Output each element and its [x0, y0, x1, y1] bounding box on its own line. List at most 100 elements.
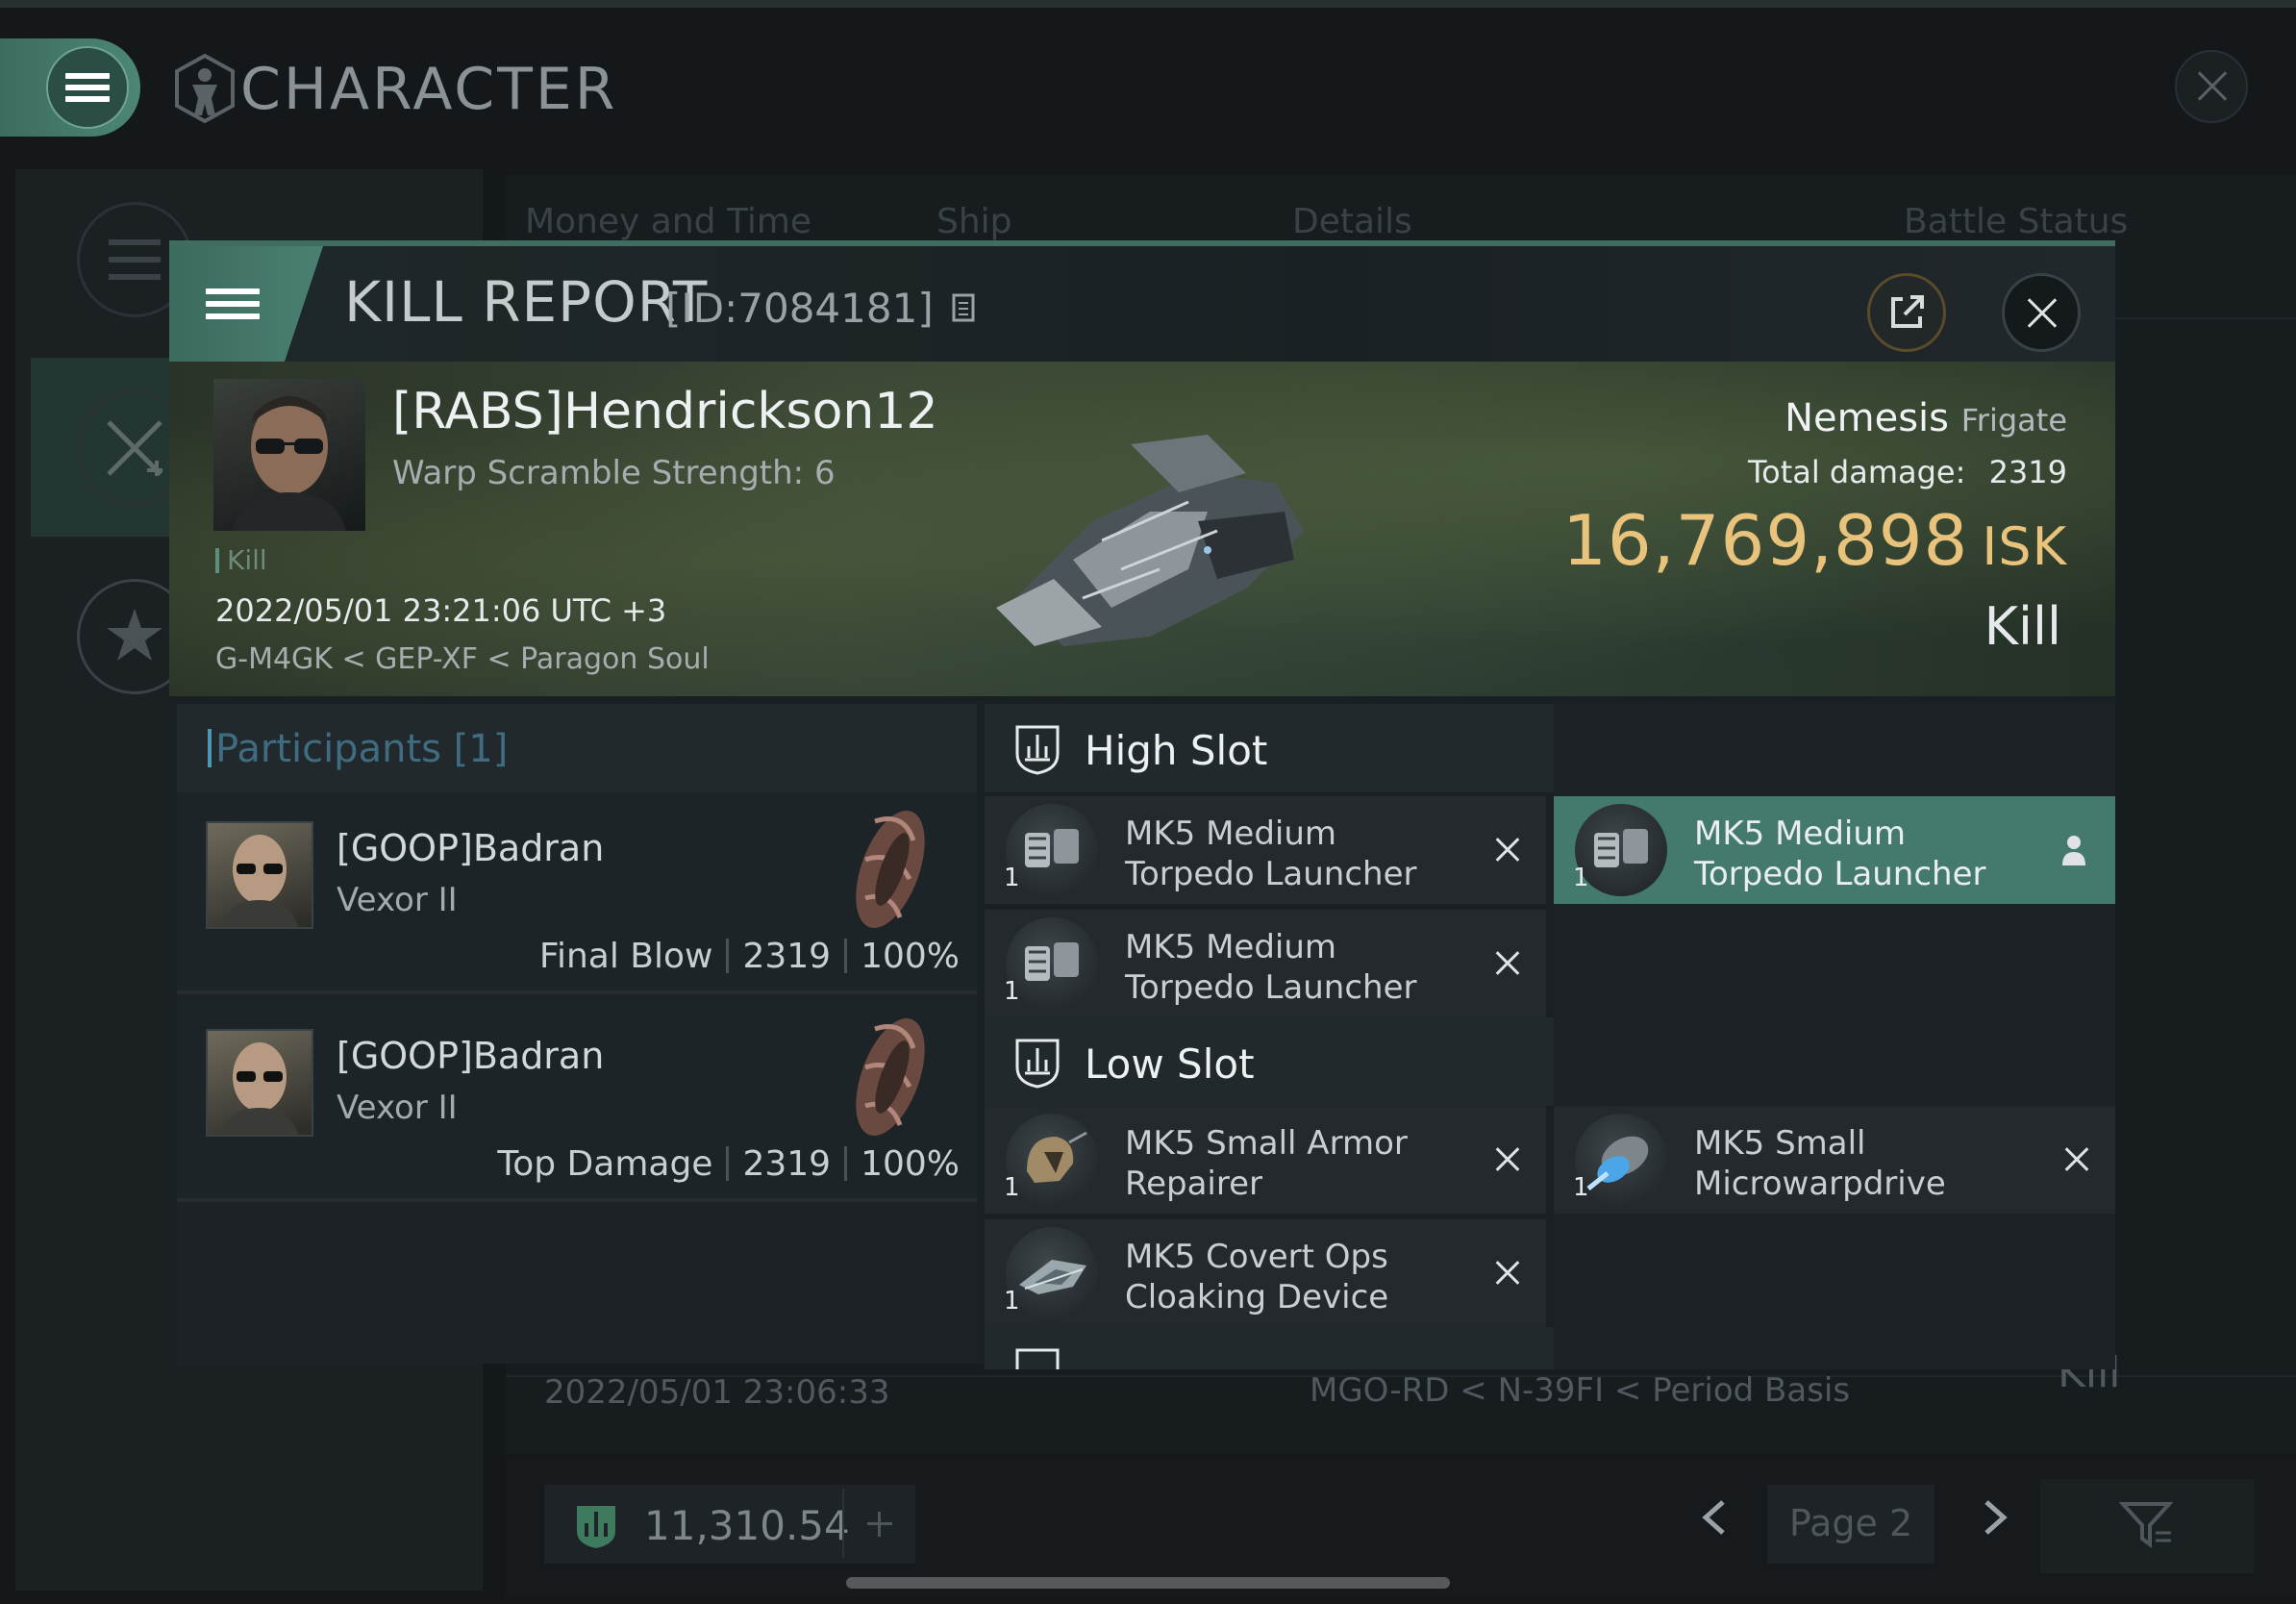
kill-report-title: KILL REPORT	[344, 269, 709, 335]
page-title: CHARACTER	[240, 56, 618, 123]
total-damage-label: Total damage:	[1748, 454, 1966, 490]
person-icon	[2062, 836, 2085, 865]
fitting-panel: High Slot 1 MK5 Medium Torpedo Launcher 1…	[985, 704, 2115, 1369]
kill-report-id: [ID:7084181]	[665, 285, 979, 332]
filter-button[interactable]	[2040, 1479, 2254, 1573]
page-indicator: Page 2	[1767, 1485, 1934, 1564]
main-menu-button[interactable]	[0, 38, 140, 137]
participant-name: [GOOP]Badran	[337, 827, 605, 869]
wallet-balance[interactable]: 11,310.54	[544, 1485, 915, 1564]
menu-icon	[206, 282, 260, 326]
participant-stats: Top Damage 2319 100%	[497, 1144, 960, 1184]
external-link-button[interactable]	[1867, 273, 1946, 352]
wallet-icon	[577, 1506, 615, 1548]
total-damage-value: 2319	[1988, 454, 2067, 490]
module-item[interactable]: 1 MK5 Medium Torpedo Launcher	[985, 796, 1546, 904]
top-accent-line	[0, 0, 2296, 8]
low-slot-header: Low Slot	[985, 1017, 1554, 1106]
participant-damage: 2319	[742, 937, 832, 976]
victim-ship-class: Frigate	[1960, 402, 2067, 439]
destroyed-icon	[1488, 944, 1527, 983]
victim-name[interactable]: [RABS]Hendrickson12	[392, 383, 938, 440]
filter-icon	[2119, 1502, 2173, 1548]
low-slot-label: Low Slot	[1085, 1040, 1255, 1088]
slot-icon	[1015, 1039, 1060, 1089]
chevron-left-icon[interactable]	[1698, 1498, 1731, 1547]
victim-portrait[interactable]	[213, 379, 365, 531]
kill-report-id-text: [ID:7084181]	[665, 285, 934, 332]
menu-icon	[65, 67, 110, 108]
column-header: Battle Status	[1904, 202, 2129, 241]
chevron-right-icon[interactable]	[1979, 1498, 2011, 1547]
module-name: MK5 Medium Torpedo Launcher	[1694, 815, 1986, 893]
destroyed-icon	[1488, 831, 1527, 869]
module-name: MK5 Medium Torpedo Launcher	[1125, 815, 1417, 893]
participant-percent: 100%	[861, 937, 960, 976]
mid-slot-header	[985, 1327, 1554, 1369]
module-item[interactable]: 1 MK5 Small Microwarpdrive	[1554, 1106, 2115, 1214]
add-funds-button[interactable]	[842, 1489, 913, 1558]
close-kill-report-button[interactable]	[2002, 273, 2081, 352]
kill-location[interactable]: G-M4GK < GEP-XF < Paragon Soul	[215, 642, 710, 676]
participant-percent: 100%	[861, 1144, 960, 1184]
slot-icon	[1015, 1348, 1060, 1369]
destroyed-icon	[1488, 1140, 1527, 1179]
module-item[interactable]: 1 MK5 Small Armor Repairer	[985, 1106, 1546, 1214]
module-item[interactable]: 1 MK5 Covert Ops Cloaking Device	[985, 1219, 1546, 1327]
module-quantity: 1	[1004, 977, 1020, 1006]
module-quantity: 1	[1573, 864, 1589, 892]
scrollbar[interactable]	[846, 1577, 1450, 1589]
kill-report-menu-button[interactable]	[169, 246, 323, 362]
list-row-location: MGO-RD < N-39FI < Period Basis	[1310, 1371, 1851, 1410]
high-slot-header: High Slot	[985, 704, 1554, 792]
module-name: MK5 Small Microwarpdrive	[1694, 1124, 1946, 1203]
isk-unit: ISK	[1982, 516, 2067, 577]
module-name: MK5 Covert Ops Cloaking Device	[1125, 1238, 1389, 1316]
wallet-amount: 11,310.54	[644, 1502, 850, 1549]
character-icon	[175, 54, 235, 123]
destroyed-icon	[1488, 1254, 1527, 1292]
victim-ship-name: Nemesis	[1784, 396, 1949, 440]
victim-ship-image[interactable]	[958, 406, 1319, 664]
external-link-icon	[1891, 295, 1924, 328]
module-quantity: 1	[1004, 1173, 1020, 1202]
module-item[interactable]: 1 MK5 Medium Torpedo Launcher	[985, 910, 1546, 1017]
destroyed-icon	[2058, 1140, 2096, 1179]
close-button[interactable]	[2175, 50, 2248, 123]
victim-subtitle: Warp Scramble Strength: 6	[392, 454, 836, 492]
participant-role: Top Damage	[497, 1144, 713, 1184]
participant-ship: Vexor II	[337, 1089, 458, 1127]
module-quantity: 1	[1004, 1287, 1020, 1316]
high-slot-label: High Slot	[1085, 727, 1268, 774]
participant-stats: Final Blow 2319 100%	[539, 937, 960, 976]
copy-icon[interactable]	[950, 291, 979, 326]
result-label: Kill	[1984, 596, 2061, 657]
kill-report-window: KILL REPORT [ID:7084181] [RABS]Hendricks…	[169, 240, 2115, 1369]
module-quantity: 1	[1004, 864, 1020, 892]
column-header: Money and Time	[525, 202, 812, 241]
isk-value: 16,769,898 ISK	[1562, 500, 2067, 581]
avatar	[206, 1029, 313, 1137]
module-item[interactable]: 1 MK5 Medium Torpedo Launcher	[1554, 796, 2115, 904]
module-quantity: 1	[1573, 1173, 1589, 1202]
column-header: Ship	[936, 202, 1012, 241]
kill-report-header: KILL REPORT [ID:7084181]	[169, 246, 2115, 362]
slot-icon	[1015, 725, 1060, 775]
module-name: MK5 Medium Torpedo Launcher	[1125, 928, 1417, 1007]
participant-row[interactable]: [GOOP]Badran Vexor II Top Damage 2319 100%	[177, 1000, 977, 1202]
participant-name: [GOOP]Badran	[337, 1035, 605, 1077]
kill-datetime: 2022/05/01 23:21:06 UTC +3	[215, 592, 667, 629]
page-label: Page 2	[1788, 1502, 1913, 1544]
participant-row[interactable]: [GOOP]Badran Vexor II Final Blow 2319 100%	[177, 792, 977, 994]
victim-ship[interactable]: Nemesis Frigate	[1784, 396, 2067, 440]
avatar	[206, 821, 313, 929]
column-header: Details	[1292, 202, 1412, 241]
isk-amount: 16,769,898	[1562, 500, 1969, 581]
participants-header: Participants [1]	[177, 704, 977, 792]
module-name: MK5 Small Armor Repairer	[1125, 1124, 1408, 1203]
participants-panel: Participants [1] [GOOP]Badran Vexor II F…	[177, 704, 977, 1364]
victim-banner: [RABS]Hendrickson12 Warp Scramble Streng…	[169, 362, 2115, 696]
total-damage: Total damage: 2319	[1748, 454, 2067, 490]
kill-tag: Kill	[215, 544, 267, 576]
participants-title: Participants [1]	[215, 727, 509, 771]
